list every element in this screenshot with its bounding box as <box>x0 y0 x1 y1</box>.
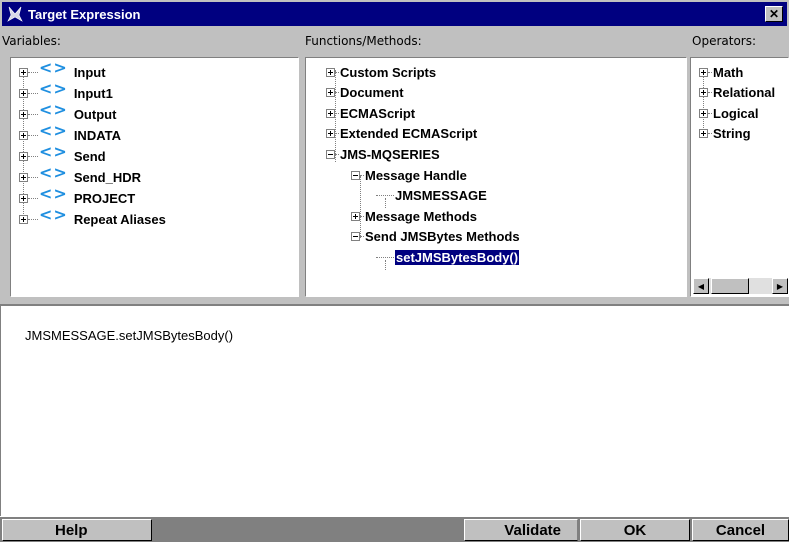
variable-label: Send <box>73 148 106 164</box>
expand-icon[interactable] <box>326 108 335 118</box>
validate-button[interactable]: Validate <box>464 519 578 541</box>
window-title: Target Expression <box>28 6 141 22</box>
operator-label: Math <box>713 64 744 80</box>
variable-chevrons-icon: <> <box>39 141 68 161</box>
variable-chevrons-icon: <> <box>39 99 68 119</box>
variable-chevrons-icon: <> <box>39 57 68 77</box>
function-label: JMSMESSAGE <box>395 188 487 204</box>
expand-icon[interactable] <box>19 130 28 140</box>
operators-tree[interactable]: Math Relational Logical String ◀ ▶ <box>690 57 789 297</box>
expand-icon[interactable] <box>699 67 708 77</box>
collapse-icon[interactable] <box>326 149 335 159</box>
functions-panel: Functions/Methods: Custom Scripts Documen… <box>303 26 690 304</box>
expand-icon[interactable] <box>19 88 28 98</box>
operator-item[interactable]: Relational <box>699 83 775 103</box>
scroll-left-icon[interactable]: ◀ <box>693 278 709 294</box>
expression-text: JMSMESSAGE.setJMSBytesBody() <box>25 328 234 343</box>
operators-label: Operators: <box>692 34 757 48</box>
function-label: Send JMSBytes Methods <box>365 229 520 245</box>
selected-function-label: setJMSBytesBody() <box>395 249 520 265</box>
expand-icon[interactable] <box>326 88 335 98</box>
function-label: JMS-MQSERIES <box>340 146 440 162</box>
scroll-track[interactable] <box>709 278 772 294</box>
variable-chevrons-icon: <> <box>39 204 68 224</box>
variable-chevrons-icon: <> <box>39 183 68 203</box>
expand-icon[interactable] <box>326 67 335 77</box>
operators-horizontal-scrollbar[interactable]: ◀ ▶ <box>693 278 788 294</box>
operator-label: Logical <box>713 105 759 121</box>
function-item[interactable]: Extended ECMAScript <box>326 124 477 144</box>
function-item[interactable]: Document <box>326 83 404 103</box>
function-label: Custom Scripts <box>340 64 437 80</box>
variable-item[interactable]: <> INDATA <box>19 121 121 145</box>
help-button[interactable]: Help <box>2 519 152 541</box>
close-button[interactable]: ✕ <box>765 6 783 22</box>
operator-item[interactable]: String <box>699 124 751 144</box>
function-item[interactable]: setJMSBytesBody() <box>376 247 520 267</box>
function-label: Document <box>340 85 404 101</box>
expand-icon[interactable] <box>19 214 28 224</box>
function-label: Extended ECMAScript <box>340 126 478 142</box>
expression-editor[interactable]: JMSMESSAGE.setJMSBytesBody() <box>0 304 789 516</box>
app-icon <box>6 5 24 23</box>
expand-icon[interactable] <box>699 129 708 139</box>
variable-label: Output <box>73 106 117 122</box>
function-label: Message Methods <box>365 208 477 224</box>
variable-chevrons-icon: <> <box>39 78 68 98</box>
variables-label: Variables: <box>2 34 61 48</box>
expand-icon[interactable] <box>19 109 28 119</box>
variables-panel: Variables: <> Input <> Input1 <> Output <> INDA… <box>0 26 303 304</box>
function-item[interactable]: Message Handle <box>351 165 467 185</box>
cancel-button[interactable]: Cancel <box>692 519 789 541</box>
variable-label: PROJECT <box>73 190 136 206</box>
operators-panel: Operators: Math Relational Logical String ◀… <box>690 26 789 304</box>
expand-icon[interactable] <box>19 151 28 161</box>
variable-label: INDATA <box>73 127 121 143</box>
button-bar: Help Validate OK Cancel <box>0 516 789 542</box>
variable-item[interactable]: <> Repeat Aliases <box>19 205 166 229</box>
scroll-thumb[interactable] <box>711 278 749 294</box>
expand-icon[interactable] <box>699 108 708 118</box>
variables-tree[interactable]: <> Input <> Input1 <> Output <> INDATA <> Send <> S… <box>10 57 299 297</box>
function-item[interactable]: JMS-MQSERIES <box>326 144 440 164</box>
variable-label: Input <box>73 64 106 80</box>
expand-icon[interactable] <box>699 88 708 98</box>
variable-label: Repeat Aliases <box>73 211 166 227</box>
function-label: Message Handle <box>365 167 467 183</box>
variable-label: Input1 <box>73 85 113 101</box>
operator-item[interactable]: Logical <box>699 103 759 123</box>
expand-icon[interactable] <box>326 129 335 139</box>
scroll-right-icon[interactable]: ▶ <box>772 278 788 294</box>
operator-label: String <box>713 126 751 142</box>
operator-label: Relational <box>713 85 776 101</box>
function-item[interactable]: Message Methods <box>351 206 477 226</box>
collapse-icon[interactable] <box>351 170 360 180</box>
expand-icon[interactable] <box>19 172 28 182</box>
expand-icon[interactable] <box>19 67 28 77</box>
close-icon: ✕ <box>768 7 780 21</box>
expand-icon[interactable] <box>351 211 360 221</box>
collapse-icon[interactable] <box>351 232 360 242</box>
title-bar: Target Expression ✕ <box>0 0 789 26</box>
variable-chevrons-icon: <> <box>39 120 68 140</box>
operator-item[interactable]: Math <box>699 62 743 82</box>
variable-chevrons-icon: <> <box>39 162 68 182</box>
function-item[interactable]: JMSMESSAGE <box>376 186 487 206</box>
function-label: ECMAScript <box>340 105 416 121</box>
function-item[interactable]: Custom Scripts <box>326 62 436 82</box>
functions-tree[interactable]: Custom Scripts Document ECMAScript Extended… <box>305 57 687 297</box>
variable-label: Send_HDR <box>73 169 141 185</box>
functions-label: Functions/Methods: <box>305 34 422 48</box>
expand-icon[interactable] <box>19 193 28 203</box>
variable-item[interactable]: <> PROJECT <box>19 184 136 208</box>
function-item[interactable]: Send JMSBytes Methods <box>351 227 520 247</box>
function-item[interactable]: ECMAScript <box>326 103 415 123</box>
variable-item[interactable]: <> Send_HDR <box>19 163 141 187</box>
ok-button[interactable]: OK <box>580 519 690 541</box>
